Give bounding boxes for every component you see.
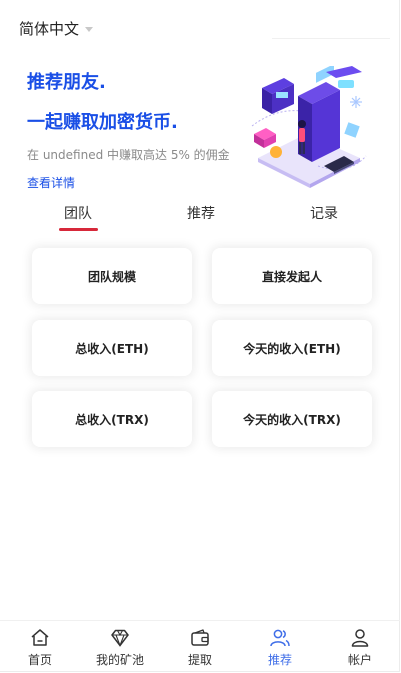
tab-records[interactable]: 记录 <box>310 203 338 223</box>
stat-card-today-income-trx: 今天的收入(TRX) <box>212 391 372 447</box>
stat-card-total-income-trx: 总收入(TRX) <box>32 391 192 447</box>
stat-label: 今天的收入(ETH) <box>243 341 341 356</box>
hero-title-line2: 一起赚取加密货币. <box>27 112 178 133</box>
active-tab-indicator <box>59 228 98 231</box>
stat-label: 直接发起人 <box>261 269 322 284</box>
divider <box>272 38 390 39</box>
users-icon <box>270 629 290 647</box>
hero-subtitle: 在 undefined 中赚取高达 5% 的佣金 <box>27 148 230 162</box>
top-bar: 简体中文 <box>0 0 401 56</box>
home-icon <box>31 629 49 646</box>
nav-label: 推荐 <box>267 653 292 667</box>
stat-card-today-income-eth: 今天的收入(ETH) <box>212 320 372 376</box>
stat-label: 团队规模 <box>87 269 136 284</box>
nav-label: 帐户 <box>347 653 372 667</box>
language-label: 简体中文 <box>19 20 80 38</box>
chevron-down-icon <box>85 27 94 32</box>
hero-title-line1: 推荐朋友. <box>27 72 106 93</box>
tab-referral[interactable]: 推荐 <box>187 203 215 223</box>
nav-item-referral[interactable]: 推荐 <box>240 621 320 673</box>
stat-card-total-income-eth: 总收入(ETH) <box>32 320 192 376</box>
bottom-nav: 首页 我的矿池 提取 推荐 帐户 <box>0 620 400 673</box>
app-frame: 简体中文 推荐朋友. 一起赚取加密货币. 在 undefined 中赚取高达 5… <box>0 0 400 672</box>
stat-label: 总收入(TRX) <box>75 412 149 427</box>
referral-illustration <box>251 66 367 188</box>
referral-tabs: 团队 推荐 记录 <box>0 198 401 238</box>
nav-item-home[interactable]: 首页 <box>0 621 80 673</box>
nav-label: 提取 <box>187 653 212 667</box>
user-icon <box>351 629 369 647</box>
stat-label: 总收入(ETH) <box>75 341 149 356</box>
language-selector[interactable]: 简体中文 <box>19 18 94 39</box>
tab-team[interactable]: 团队 <box>64 203 92 223</box>
nav-item-my-pool[interactable]: 我的矿池 <box>80 621 160 673</box>
diamond-icon <box>111 629 129 648</box>
wallet-icon <box>191 629 209 646</box>
stat-label: 今天的收入(TRX) <box>243 412 341 427</box>
nav-label: 我的矿池 <box>95 653 144 667</box>
stat-card-team-size: 团队规模 <box>32 248 192 304</box>
nav-label: 首页 <box>27 653 52 667</box>
stat-card-direct-sponsors: 直接发起人 <box>212 248 372 304</box>
nav-item-withdraw[interactable]: 提取 <box>160 621 240 673</box>
nav-item-account[interactable]: 帐户 <box>320 621 400 673</box>
details-link[interactable]: 查看详情 <box>27 174 75 191</box>
